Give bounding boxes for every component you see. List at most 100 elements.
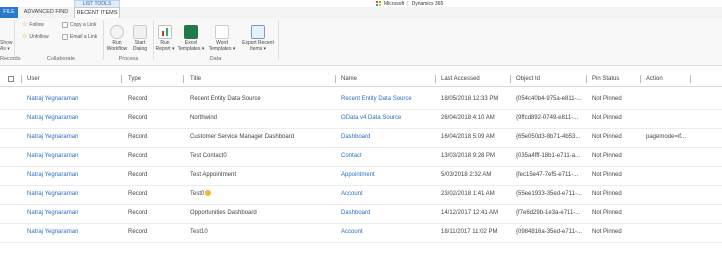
column-divider <box>690 75 691 83</box>
cell-name[interactable]: Account <box>341 185 433 204</box>
copy-link-icon <box>62 22 68 28</box>
cell-pin-status: Not Pinned <box>592 134 622 140</box>
cell-type: Record <box>128 96 148 102</box>
cell-pin-status: Not Pinned <box>592 96 622 102</box>
table-row[interactable]: Natraj Yegnaraman Record Recent Entity D… <box>0 90 722 110</box>
copy-link-label: Copy a Link <box>70 22 97 28</box>
cell-action <box>646 185 690 204</box>
cell-user[interactable]: Natraj Yegnaraman <box>27 109 117 128</box>
show-as-button[interactable]: Show As ▾ <box>0 40 13 52</box>
cell-title: Customer Service Manager Dashboard <box>190 134 295 140</box>
cell-title-text: Test0 <box>190 191 205 197</box>
cell-name[interactable]: OData v4 Data Source <box>341 109 433 128</box>
excel-icon <box>184 25 198 39</box>
column-header-title[interactable]: Title <box>190 72 201 86</box>
table-row[interactable]: Natraj Yegnaraman Record Test Appointmen… <box>0 166 722 186</box>
table-row[interactable]: Natraj Yegnaraman Record Test10 Account … <box>0 223 722 243</box>
ribbon-separator <box>278 20 279 60</box>
export-recent-items-button[interactable]: Export Recent Items ▾ <box>240 25 276 52</box>
tab-advanced-find[interactable]: ADVANCED FIND <box>22 7 70 18</box>
cell-title: Recent Entity Data Source <box>190 96 261 102</box>
cell-type: Record <box>128 172 148 178</box>
cell-action <box>646 223 690 242</box>
column-header-action[interactable]: Action <box>646 72 663 86</box>
cell-object-id: {0984816a-35ed-e711-... <box>516 229 582 235</box>
cell-last-accessed: 14/12/2017 12:41 AM <box>441 210 499 216</box>
column-header-name[interactable]: Name <box>341 72 357 86</box>
table-row[interactable]: Natraj Yegnaraman Record Test Contact0 C… <box>0 147 722 167</box>
product-name: Dynamics 365 <box>411 0 444 7</box>
cell-name[interactable]: Dashboard <box>341 128 433 147</box>
cell-user[interactable]: Natraj Yegnaraman <box>27 204 117 223</box>
email-link-label: Email a Link <box>70 34 98 40</box>
cell-object-id: {55ee1933-35ed-e711-... <box>516 191 582 197</box>
cell-object-id: {fec15e47-7ef5-e711-... <box>516 172 579 178</box>
word-templates-button[interactable]: Word Templates ▾ <box>208 25 236 52</box>
brand-name: Microsoft <box>384 0 405 7</box>
ribbon-separator <box>14 20 15 60</box>
cell-object-id: {054c40b4-975a-e811-... <box>516 96 582 102</box>
cell-title: Northwind <box>190 115 218 121</box>
run-report-line2: Report ▾ <box>155 45 175 52</box>
run-workflow-line2: Workflow <box>106 45 128 52</box>
cell-action <box>646 166 690 185</box>
cell-type: Record <box>128 115 148 121</box>
table-row[interactable]: Natraj Yegnaraman Record Test0 Account 2… <box>0 185 722 205</box>
cell-title: Test10 <box>190 229 208 235</box>
cell-action <box>646 147 690 166</box>
cell-user[interactable]: Natraj Yegnaraman <box>27 223 117 242</box>
cell-user[interactable]: Natraj Yegnaraman <box>27 147 117 166</box>
cell-pin-status: Not Pinned <box>592 191 622 197</box>
email-link-button[interactable]: Email a Link <box>62 34 97 40</box>
table-row[interactable]: Natraj Yegnaraman Record Customer Servic… <box>0 128 722 148</box>
cell-type: Record <box>128 191 148 197</box>
microsoft-logo-icon <box>376 1 381 6</box>
column-header-user[interactable]: User <box>27 72 40 86</box>
cell-user[interactable]: Natraj Yegnaraman <box>27 128 117 147</box>
ribbon-separator <box>103 20 104 60</box>
cell-user[interactable]: Natraj Yegnaraman <box>27 185 117 204</box>
top-bar: LIST TOOLS Microsoft | Dynamics 365 <box>0 0 722 7</box>
tab-file[interactable]: FILE <box>0 7 18 18</box>
table-row[interactable]: Natraj Yegnaraman Record Opportunities D… <box>0 204 722 224</box>
select-all-checkbox[interactable] <box>8 76 14 82</box>
cell-user[interactable]: Natraj Yegnaraman <box>27 90 117 109</box>
copy-link-button[interactable]: Copy a Link <box>62 22 96 28</box>
unfollow-button[interactable]: ☆ Unfollow <box>22 34 49 40</box>
column-divider <box>640 75 641 83</box>
column-divider <box>121 75 122 83</box>
excel-templates-button[interactable]: Excel Templates ▾ <box>177 25 205 52</box>
cell-name[interactable]: Appointment <box>341 166 433 185</box>
cell-type: Record <box>128 134 148 140</box>
cell-name[interactable]: Contact <box>341 147 433 166</box>
start-dialog-line2: Dialog <box>132 45 148 52</box>
start-dialog-button[interactable]: Start Dialog <box>129 25 151 52</box>
cell-pin-status: Not Pinned <box>592 153 622 159</box>
follow-button[interactable]: ☆ Follow <box>22 22 44 28</box>
cell-name[interactable]: Account <box>341 223 433 242</box>
cell-name[interactable]: Recent Entity Data Source <box>341 90 433 109</box>
column-header-last-accessed[interactable]: Last Accessed <box>441 72 480 86</box>
cell-pin-status: Not Pinned <box>592 229 622 235</box>
cell-user[interactable]: Natraj Yegnaraman <box>27 166 117 185</box>
cell-action <box>646 204 690 223</box>
column-header-pin-status[interactable]: Pin Status <box>592 72 619 86</box>
data-group-label: Data <box>209 56 222 62</box>
word-templates-line2: Templates ▾ <box>208 45 236 52</box>
cell-name[interactable]: Dashboard <box>341 204 433 223</box>
collaborate-group-label: Collaborate <box>46 56 76 62</box>
run-workflow-button[interactable]: Run Workflow <box>106 25 128 52</box>
table-row[interactable]: Natraj Yegnaraman Record Northwind OData… <box>0 109 722 129</box>
follow-label: Follow <box>29 22 44 28</box>
column-header-object-id[interactable]: Object Id <box>516 72 540 86</box>
column-divider <box>435 75 436 83</box>
cell-last-accessed: 26/04/2018 4:10 AM <box>441 115 495 121</box>
column-header-type[interactable]: Type <box>128 72 141 86</box>
cell-last-accessed: 16/04/2018 5:09 AM <box>441 134 495 140</box>
brand-divider: | <box>407 0 409 7</box>
run-report-button[interactable]: Run Report ▾ <box>155 25 175 52</box>
email-icon <box>62 34 68 40</box>
tab-recent-items[interactable]: RECENT ITEMS <box>74 7 120 18</box>
column-divider <box>183 75 184 83</box>
cell-title: Test Appointment <box>190 172 237 178</box>
